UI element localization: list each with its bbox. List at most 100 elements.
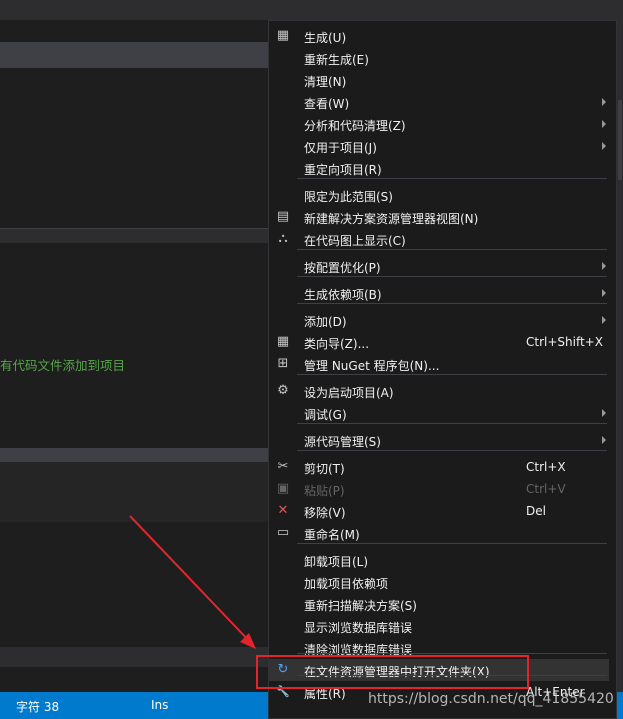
menu-separator: [297, 374, 607, 375]
menu-item-11[interactable]: 生成依赖项(B): [269, 282, 609, 304]
pane-separator: [0, 228, 268, 244]
new-view-icon: ▤: [276, 209, 290, 224]
menu-item-14[interactable]: ⊞ 管理 NuGet 程序包(N)...: [269, 353, 609, 375]
menu-item-10[interactable]: 按配置优化(P): [269, 255, 609, 277]
status-mode: Ins: [151, 698, 169, 712]
submenu-arrow-icon: [602, 409, 606, 417]
menu-item-9[interactable]: ⛬ 在代码图上显示(C): [269, 228, 609, 250]
watermark-text: https://blog.csdn.net/qq_41855420: [368, 691, 614, 707]
annotation-highlight-box: [256, 655, 529, 689]
menu-item-3[interactable]: 查看(W): [269, 91, 609, 113]
menu-item-8[interactable]: ▤ 新建解决方案资源管理器视图(N): [269, 206, 609, 228]
menu-item-12[interactable]: 添加(D): [269, 309, 609, 331]
menu-item-label: 添加(D): [304, 315, 347, 329]
editor-hint-text: 有代码文件添加到项目: [0, 358, 126, 373]
build-icon: ▦: [276, 28, 290, 43]
nuget-icon: ⊞: [277, 356, 289, 371]
menu-item-4[interactable]: 分析和代码清理(Z): [269, 113, 609, 135]
scissors-icon: ✂: [277, 459, 289, 474]
menu-item-17[interactable]: 源代码管理(S): [269, 429, 609, 451]
menu-item-label: 重命名(M): [304, 528, 360, 542]
menu-item-label: 设为启动项目(A): [304, 386, 394, 400]
menu-item-20[interactable]: ✕ 移除(V) Del: [269, 500, 609, 522]
pane-separator-2: [0, 448, 268, 462]
menu-item-label: 查看(W): [304, 97, 350, 111]
submenu-arrow-icon: [602, 262, 606, 270]
editor-pane-bottom: [0, 522, 268, 647]
menu-separator: [297, 249, 607, 250]
menu-item-label: 移除(V): [304, 506, 346, 520]
scrollbar-thumb[interactable]: [618, 100, 622, 180]
menu-item-label: 新建解决方案资源管理器视图(N): [304, 212, 479, 226]
menu-item-18[interactable]: ✂ 剪切(T) Ctrl+X: [269, 456, 609, 478]
menu-separator: [297, 303, 607, 304]
submenu-arrow-icon: [602, 289, 606, 297]
tab-strip: [0, 42, 268, 69]
menu-item-1[interactable]: 重新生成(E): [269, 47, 609, 69]
menu-item-0[interactable]: ▦ 生成(U): [269, 25, 609, 47]
submenu-arrow-icon: [602, 436, 606, 444]
menu-item-label: 显示浏览数据库错误: [304, 621, 413, 635]
menu-item-label: 加载项目依赖项: [304, 577, 389, 591]
menu-separator: [297, 423, 607, 424]
submenu-arrow-icon: [602, 120, 606, 128]
menu-item-label: 调试(G): [304, 408, 347, 422]
pane-strip: [0, 647, 268, 667]
menu-item-19[interactable]: ▣ 粘贴(P) Ctrl+V: [269, 478, 609, 500]
menu-item-shortcut: Ctrl+X: [526, 460, 566, 474]
menu-item-label: 仅用于项目(J): [304, 141, 377, 155]
menu-item-label: 重定向项目(R): [304, 163, 382, 177]
pane-dark: [0, 667, 268, 692]
menu-item-shortcut: Del: [526, 504, 546, 518]
menu-item-25[interactable]: 显示浏览数据库错误: [269, 615, 609, 637]
menu-item-15[interactable]: ⚙ 设为启动项目(A): [269, 380, 609, 402]
menu-item-label: 限定为此范围(S): [304, 190, 393, 204]
editor-pane-top: [0, 68, 268, 228]
menu-item-2[interactable]: 清理(N): [269, 69, 609, 91]
menu-item-shortcut: Ctrl+Shift+X: [526, 335, 603, 349]
paste-icon: ▣: [276, 481, 290, 496]
menu-item-label: 按配置优化(P): [304, 261, 381, 275]
code-map-icon: ⛬: [278, 231, 288, 246]
class-wizard-icon: ▦: [276, 334, 290, 349]
menu-item-label: 源代码管理(S): [304, 435, 381, 449]
menu-item-label: 类向导(Z)...: [304, 337, 370, 351]
context-menu: ▦ 生成(U) 重新生成(E) 清理(N) 查看(W) 分析和代码清理(Z) 仅用于项目(J…: [268, 20, 617, 719]
menu-item-label: 在代码图上显示(C): [304, 234, 406, 248]
menu-separator: [297, 543, 607, 544]
menu-item-label: 清理(N): [304, 75, 347, 89]
menu-item-13[interactable]: ▦ 类向导(Z)... Ctrl+Shift+X: [269, 331, 609, 353]
menu-separator: [297, 178, 607, 179]
submenu-arrow-icon: [602, 142, 606, 150]
menu-item-shortcut: Ctrl+V: [526, 482, 566, 496]
menu-item-23[interactable]: 加载项目依赖项: [269, 571, 609, 593]
menu-item-16[interactable]: 调试(G): [269, 402, 609, 424]
menu-item-label: 生成依赖项(B): [304, 288, 382, 302]
gear-icon: ⚙: [277, 383, 289, 398]
editor-pane-mid: 有代码文件添加到项目: [0, 243, 268, 448]
top-toolbar: [0, 0, 623, 20]
menu-item-5[interactable]: 仅用于项目(J): [269, 135, 609, 157]
menu-separator: [297, 653, 607, 654]
menu-item-label: 剪切(T): [304, 462, 345, 476]
menu-item-label: 重新生成(E): [304, 53, 369, 67]
menu-separator: [297, 276, 607, 277]
menu-item-label: 卸载项目(L): [304, 555, 369, 569]
menu-separator: [297, 450, 607, 451]
submenu-arrow-icon: [602, 98, 606, 106]
menu-item-21[interactable]: ▭ 重命名(M): [269, 522, 609, 544]
rename-icon: ▭: [276, 525, 290, 540]
menu-item-22[interactable]: 卸载项目(L): [269, 549, 609, 571]
menu-item-label: 分析和代码清理(Z): [304, 119, 406, 133]
status-char: 字符 38: [16, 700, 60, 714]
menu-item-label: 重新扫描解决方案(S): [304, 599, 417, 613]
submenu-arrow-icon: [602, 316, 606, 324]
menu-item-24[interactable]: 重新扫描解决方案(S): [269, 593, 609, 615]
menu-item-6[interactable]: 重定向项目(R): [269, 157, 609, 179]
menu-item-7[interactable]: 限定为此范围(S): [269, 184, 609, 206]
menu-item-label: 粘贴(P): [304, 484, 345, 498]
menu-item-label: 生成(U): [304, 31, 347, 45]
menu-item-label: 管理 NuGet 程序包(N)...: [304, 359, 440, 373]
remove-icon: ✕: [277, 503, 289, 518]
editor-pane-low: [0, 462, 268, 522]
